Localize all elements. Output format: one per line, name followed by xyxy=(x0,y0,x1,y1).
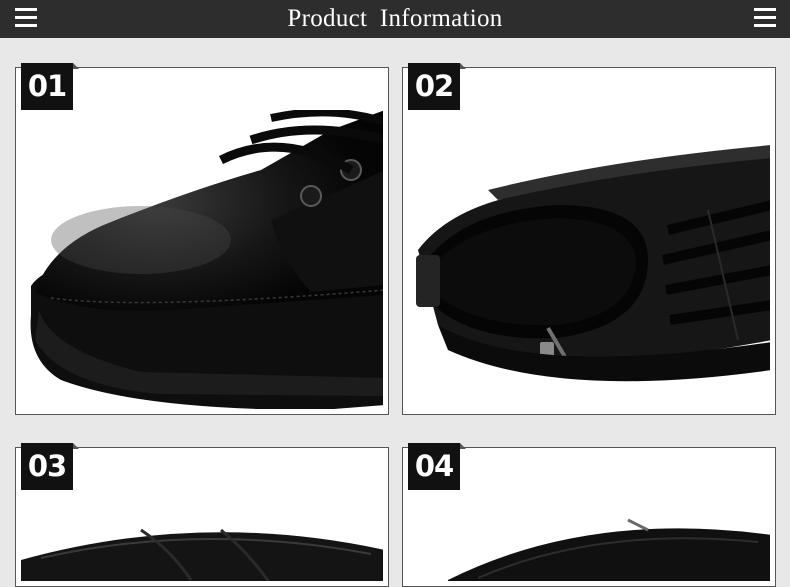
panel-number-badge: 01 xyxy=(21,63,79,110)
top-bar: Product Information xyxy=(0,0,790,38)
panel-01: 01 xyxy=(15,63,389,415)
shoe-sole-photo xyxy=(408,490,770,581)
panel-number-badge: 04 xyxy=(408,443,466,490)
panel-number-badge: 03 xyxy=(21,443,79,490)
shoe-opening-photo xyxy=(408,110,770,409)
shoe-detail-photo xyxy=(21,490,383,581)
panel-03: 03 xyxy=(15,443,389,587)
panel-04: 04 xyxy=(402,443,776,587)
right-menu-icon[interactable] xyxy=(754,8,776,28)
page-title: Product Information xyxy=(287,5,503,32)
panel-02: 02 xyxy=(402,63,776,415)
panel-number-badge: 02 xyxy=(408,63,466,110)
shoe-toe-photo xyxy=(21,110,383,409)
